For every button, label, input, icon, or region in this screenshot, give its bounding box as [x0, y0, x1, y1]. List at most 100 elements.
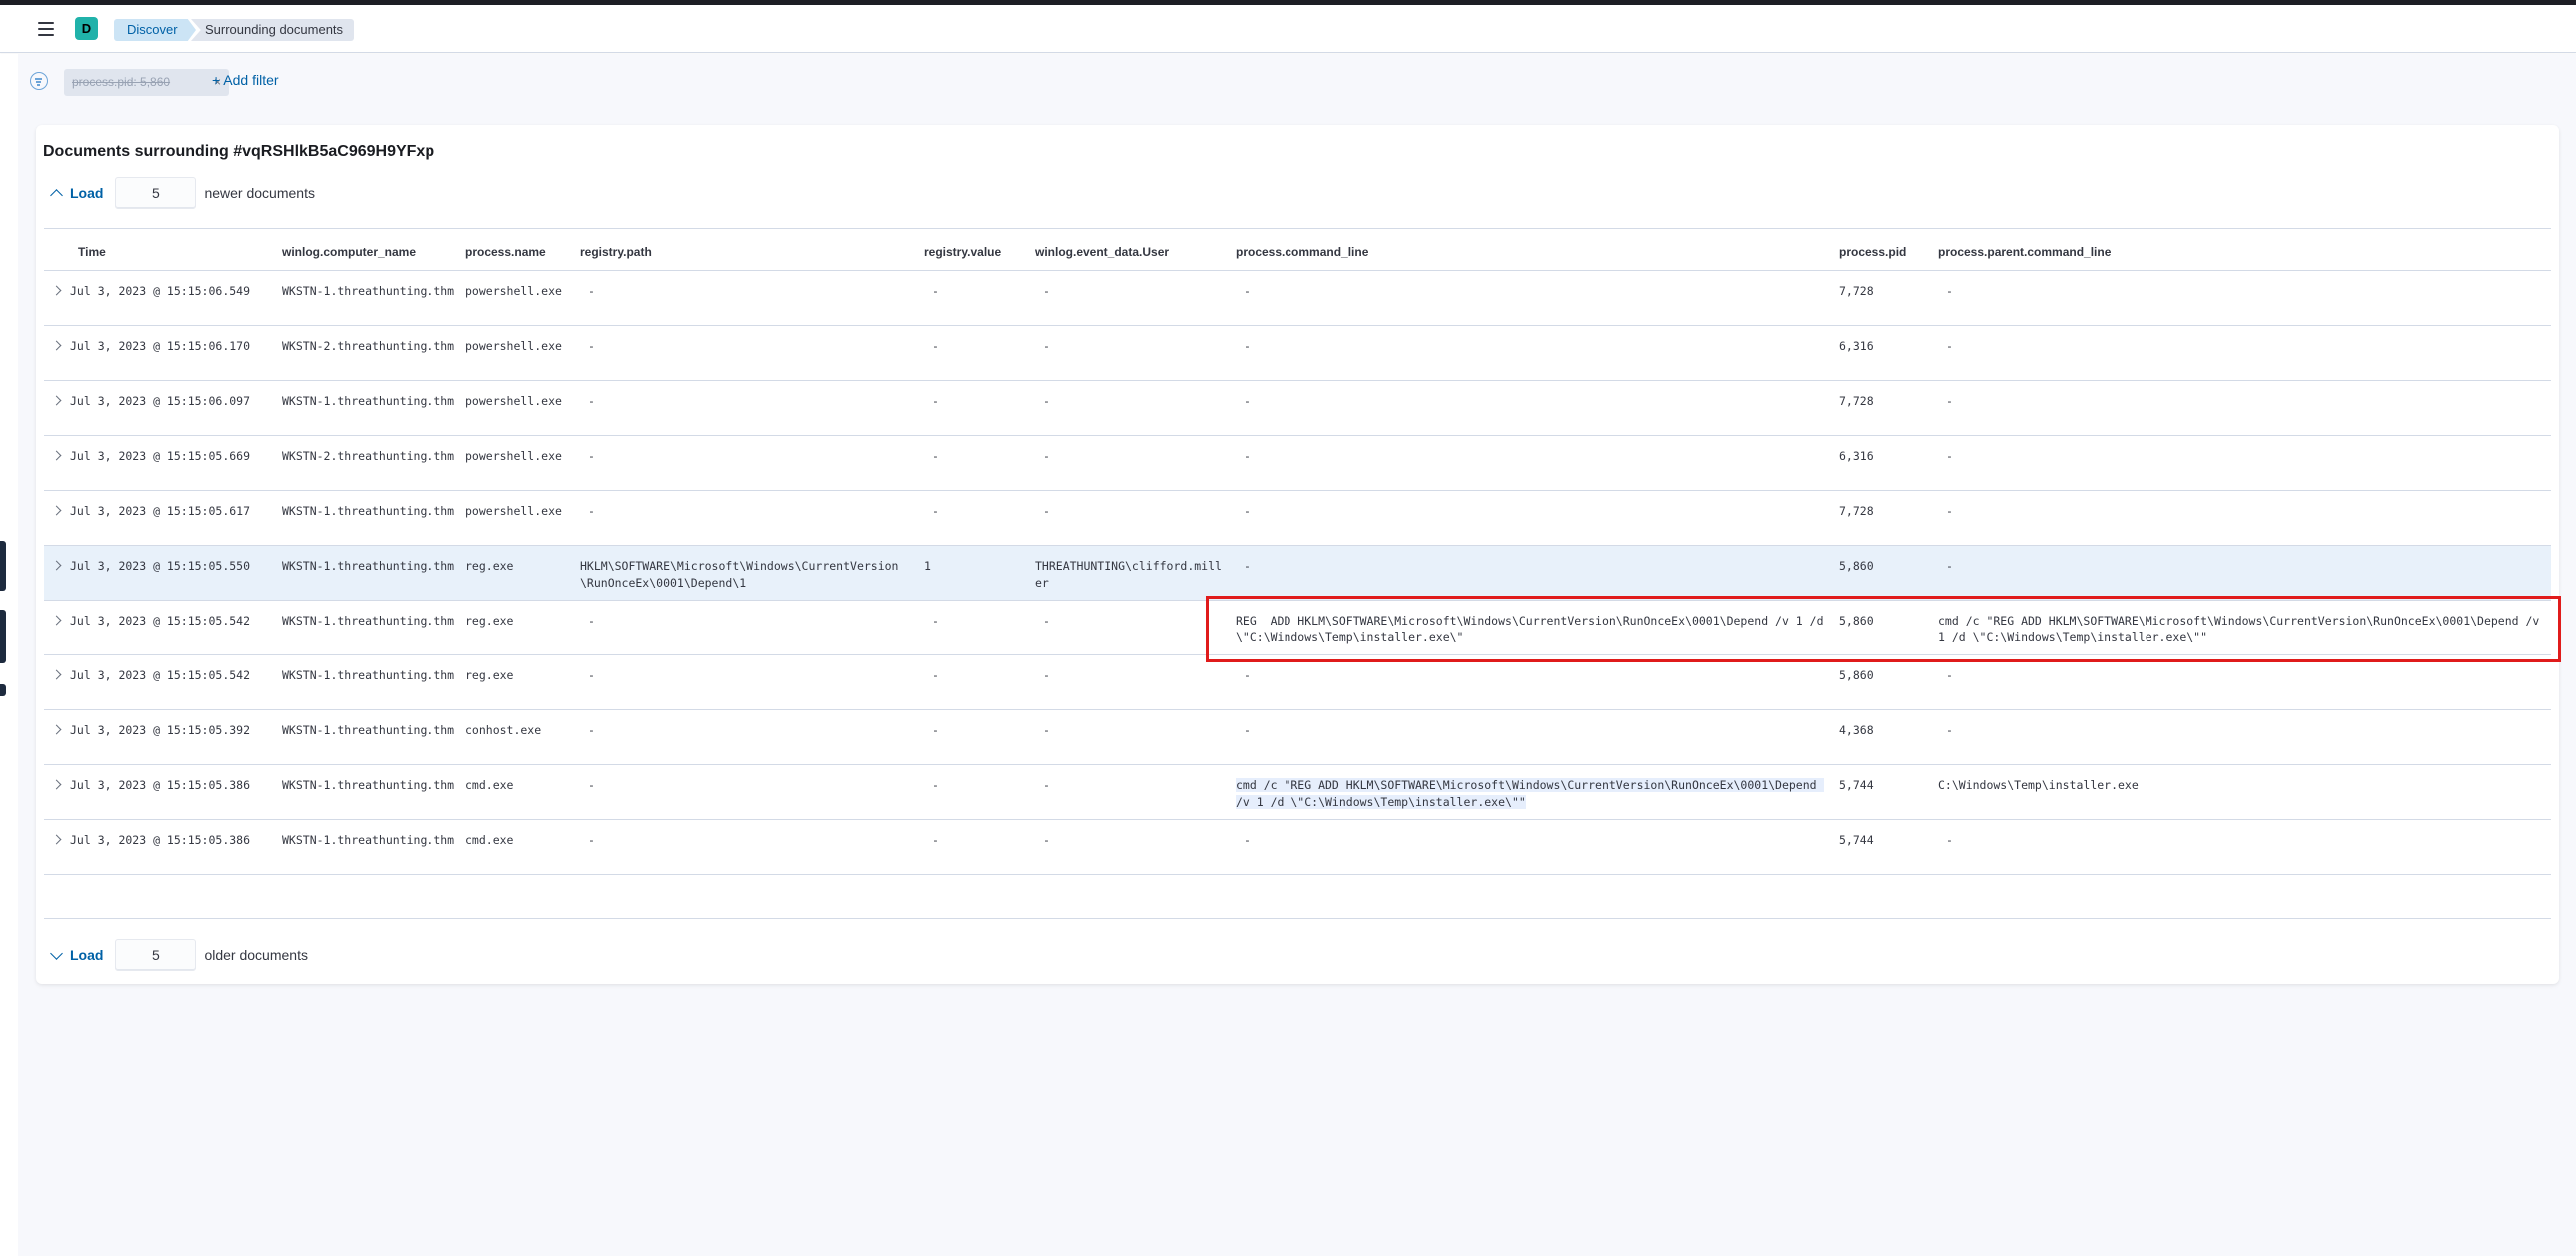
table-row: Jul 3, 2023 @ 15:15:05.386 WKSTN-1.threat… — [44, 765, 2551, 820]
registry-path-cell-value: - — [588, 284, 595, 298]
add-filter-button[interactable]: + Add filter — [212, 72, 279, 88]
chevron-right-icon[interactable] — [51, 669, 62, 680]
column-header[interactable]: winlog.event_data.User — [1035, 245, 1169, 259]
time-cell: Jul 3, 2023 @ 15:15:05.542 — [70, 613, 265, 629]
chevron-right-icon[interactable] — [51, 395, 62, 406]
filter-pill[interactable]: process.pid: 5,860 × — [64, 69, 229, 96]
older-documents-label: older documents — [204, 947, 308, 963]
time-cell-value: Jul 3, 2023 @ 15:15:05.542 — [70, 668, 251, 682]
registry-value-cell-value: - — [932, 778, 939, 792]
time-cell: Jul 3, 2023 @ 15:15:05.617 — [70, 503, 265, 520]
parent-command-line-cell-value: - — [1946, 394, 1953, 408]
chevron-right-icon[interactable] — [51, 779, 62, 790]
command-line-cell: - — [1244, 448, 1833, 465]
table-row: Jul 3, 2023 @ 15:15:05.550 WKSTN-1.threat… — [44, 546, 2551, 601]
computer-name-cell-value: WKSTN-1.threathunting.thm — [282, 668, 455, 682]
parent-command-line-cell-value: - — [1946, 668, 1953, 682]
older-count-input[interactable] — [115, 939, 197, 971]
time-cell: Jul 3, 2023 @ 15:15:05.542 — [70, 667, 265, 684]
side-tab[interactable] — [0, 610, 6, 663]
newer-documents-label: newer documents — [204, 185, 315, 201]
parent-command-line-cell-value: - — [1946, 449, 1953, 463]
pid-cell-value: 6,316 — [1839, 449, 1874, 463]
column-header[interactable]: registry.path — [580, 245, 652, 259]
chevron-right-icon[interactable] — [51, 450, 62, 461]
table-row: Jul 3, 2023 @ 15:15:05.617 WKSTN-1.threat… — [44, 491, 2551, 546]
load-newer-button[interactable]: Load — [50, 185, 103, 202]
parent-command-line-cell-value: - — [1946, 284, 1953, 298]
process-name-cell: powershell.exe — [465, 503, 565, 520]
registry-path-cell: - — [588, 832, 918, 849]
registry-value-cell: 1 — [924, 558, 1024, 575]
user-cell: - — [1043, 667, 1233, 684]
process-name-cell-value: cmd.exe — [465, 833, 514, 847]
registry-value-cell-value: - — [932, 339, 939, 353]
user-cell-value: - — [1043, 668, 1050, 682]
registry-value-cell: - — [932, 832, 1032, 849]
chevron-right-icon[interactable] — [51, 834, 62, 845]
column-header[interactable]: Time — [78, 245, 106, 259]
registry-value-cell-value: - — [932, 449, 939, 463]
registry-value-cell: - — [932, 283, 1032, 300]
registry-path-cell: - — [588, 338, 918, 355]
command-line-cell-value: - — [1244, 449, 1251, 463]
time-cell: Jul 3, 2023 @ 15:15:05.386 — [70, 832, 265, 849]
registry-value-cell-value: - — [932, 614, 939, 628]
parent-command-line-cell-value: cmd /c "REG ADD HKLM\SOFTWARE\Microsoft\… — [1938, 614, 2547, 644]
process-name-cell-value: reg.exe — [465, 614, 514, 628]
breadcrumb-discover[interactable]: Discover — [114, 19, 196, 41]
registry-value-cell: - — [932, 448, 1032, 465]
pid-cell: 7,728 — [1839, 503, 1929, 520]
load-older-button[interactable]: Load — [50, 946, 103, 963]
process-name-cell-value: powershell.exe — [465, 394, 562, 408]
registry-path-cell-value: - — [588, 778, 595, 792]
divider — [44, 228, 2551, 229]
menu-icon[interactable] — [36, 19, 58, 39]
pid-cell: 5,744 — [1839, 777, 1929, 794]
registry-path-cell: - — [588, 283, 918, 300]
registry-path-cell-value: - — [588, 614, 595, 628]
parent-command-line-cell: - — [1946, 448, 2550, 465]
space-avatar[interactable]: D — [75, 17, 98, 40]
pid-cell: 6,316 — [1839, 338, 1929, 355]
computer-name-cell-value: WKSTN-1.threathunting.thm — [282, 504, 455, 518]
registry-value-cell: - — [932, 722, 1032, 739]
column-header[interactable]: winlog.computer_name — [282, 245, 416, 259]
time-cell: Jul 3, 2023 @ 15:15:05.550 — [70, 558, 265, 575]
column-header[interactable]: process.parent.command_line — [1938, 245, 2111, 259]
side-tab[interactable] — [0, 541, 6, 591]
column-header[interactable]: registry.value — [924, 245, 1001, 259]
command-line-cell-value: - — [1244, 723, 1251, 737]
side-tab[interactable] — [0, 684, 6, 696]
chevron-right-icon[interactable] — [51, 615, 62, 626]
registry-value-cell-value: - — [932, 668, 939, 682]
chevron-right-icon[interactable] — [51, 560, 62, 571]
command-line-cell-value: cmd /c "REG ADD HKLM\SOFTWARE\Microsoft\… — [1236, 778, 1824, 809]
process-name-cell-value: powershell.exe — [465, 449, 562, 463]
filter-menu-icon[interactable] — [30, 72, 48, 90]
registry-value-cell-value: - — [932, 833, 939, 847]
newer-count-input[interactable] — [115, 177, 197, 209]
table-row: Jul 3, 2023 @ 15:15:06.549 WKSTN-1.threat… — [44, 271, 2551, 326]
command-line-cell: - — [1244, 283, 1833, 300]
process-name-cell-value: powershell.exe — [465, 284, 562, 298]
column-header[interactable]: process.pid — [1839, 245, 1906, 259]
registry-path-cell: - — [588, 448, 918, 465]
registry-path-cell: - — [588, 613, 918, 629]
registry-value-cell-value: - — [932, 723, 939, 737]
pid-cell-value: 7,728 — [1839, 284, 1874, 298]
command-line-cell: - — [1244, 338, 1833, 355]
chevron-right-icon[interactable] — [51, 340, 62, 351]
column-header[interactable]: process.name — [465, 245, 546, 259]
chevron-right-icon[interactable] — [51, 505, 62, 516]
registry-value-cell: - — [932, 338, 1032, 355]
computer-name-cell: WKSTN-1.threathunting.thm — [282, 722, 456, 739]
registry-path-cell-value: - — [588, 723, 595, 737]
column-header[interactable]: process.command_line — [1236, 245, 1368, 259]
command-line-cell: - — [1244, 393, 1833, 410]
chevron-right-icon[interactable] — [51, 724, 62, 735]
registry-path-cell-value: - — [588, 668, 595, 682]
command-line-cell-value: - — [1244, 394, 1251, 408]
command-line-cell-value: - — [1244, 668, 1251, 682]
chevron-right-icon[interactable] — [51, 285, 62, 296]
